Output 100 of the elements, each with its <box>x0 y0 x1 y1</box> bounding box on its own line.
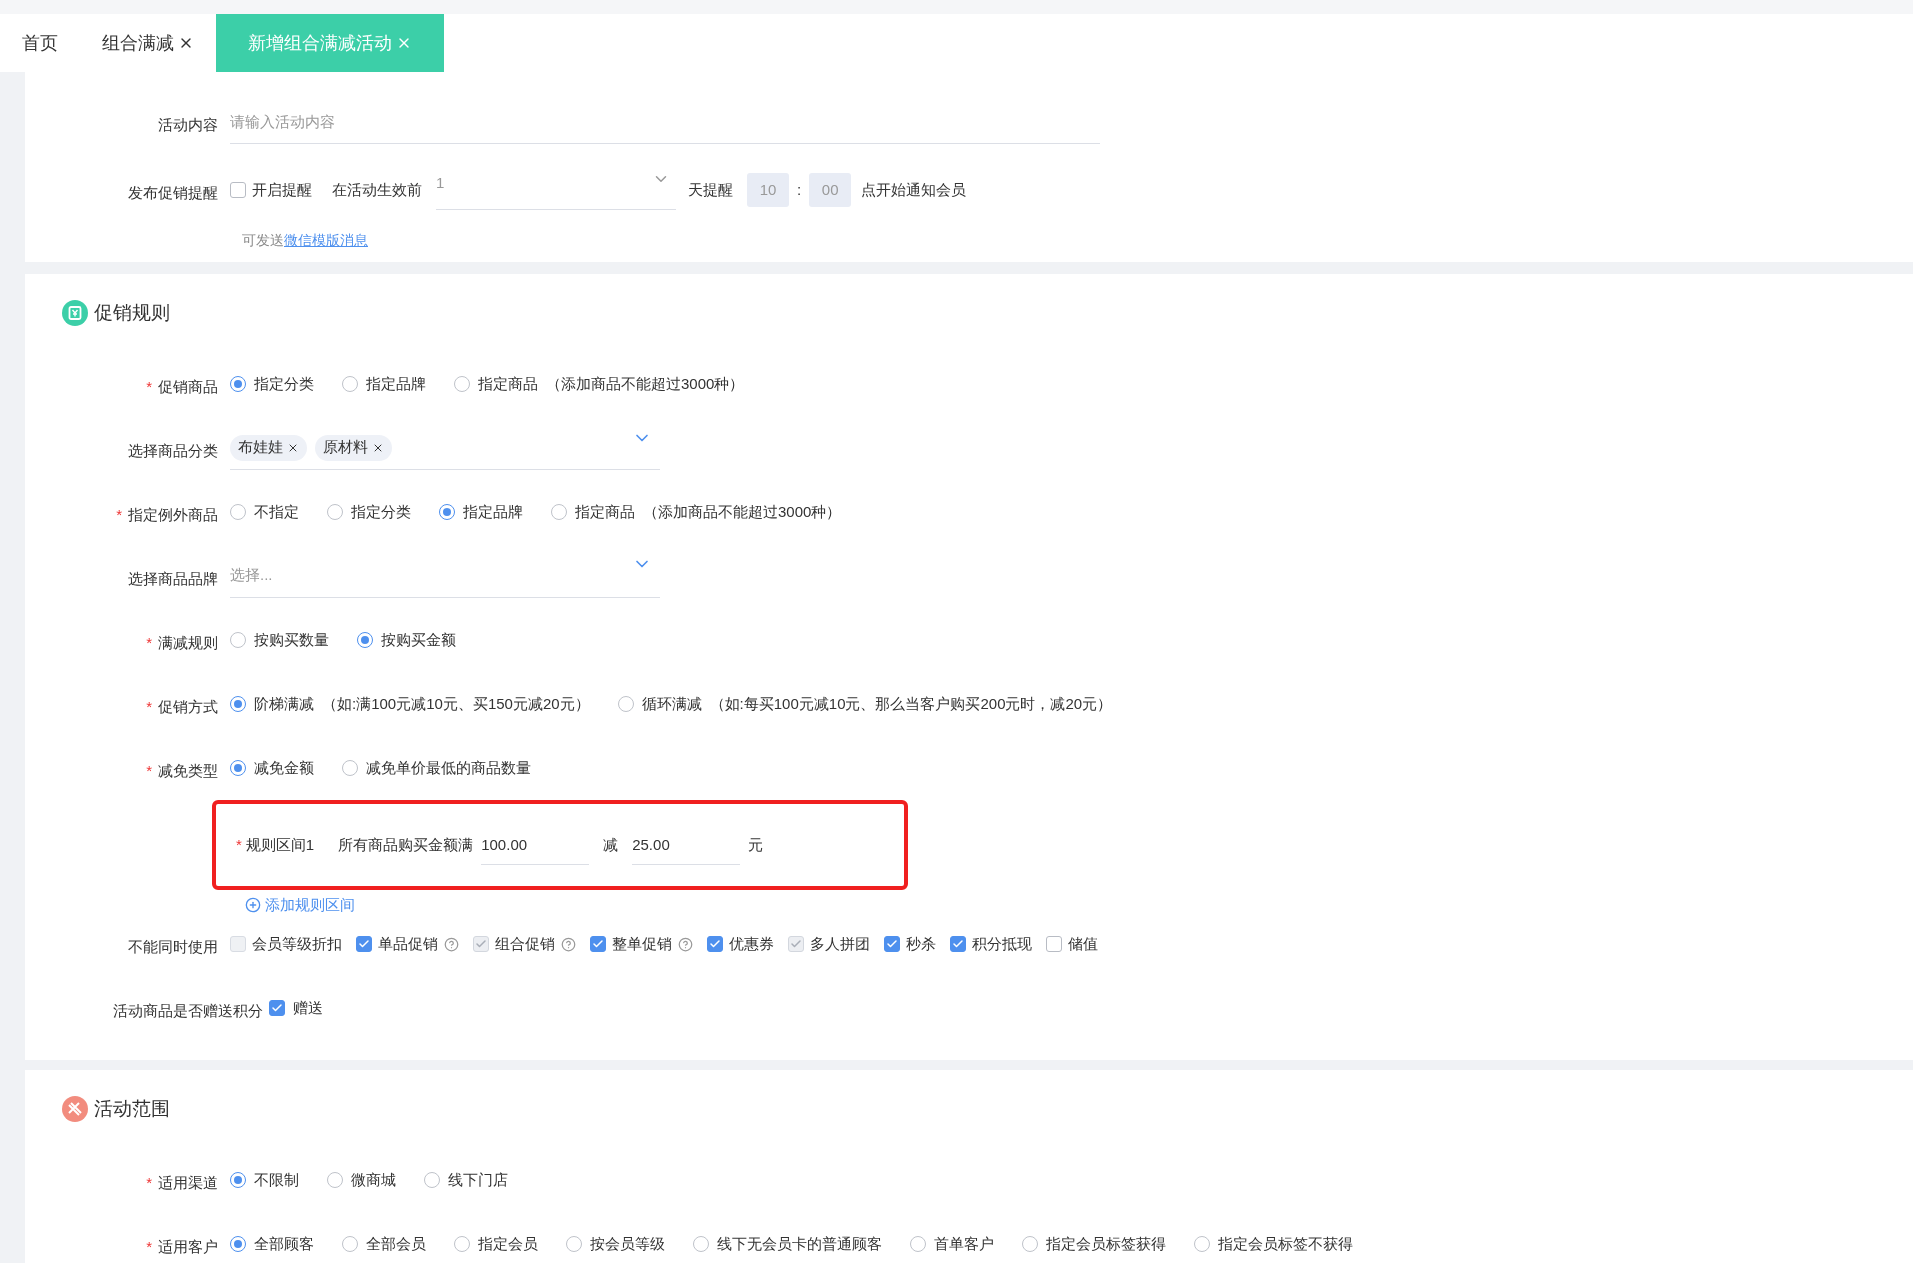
radio-button[interactable] <box>230 632 246 648</box>
hint-text: （添加商品不能超过3000种） <box>546 373 745 394</box>
check-icon <box>709 938 721 950</box>
amount-field[interactable]: 100.00 <box>481 825 590 865</box>
field-label: 天提醒 <box>688 179 733 200</box>
radio-button[interactable] <box>357 632 373 648</box>
radio-label[interactable]: 线下无会员卡的普通顾客 <box>717 1232 882 1256</box>
help-icon[interactable] <box>678 936 693 952</box>
radio-button[interactable] <box>327 1172 343 1188</box>
radio-button[interactable] <box>439 504 455 520</box>
required-mark: * <box>146 1236 152 1257</box>
radio-button[interactable] <box>1194 1236 1210 1252</box>
checkbox[interactable] <box>950 936 966 952</box>
required-mark: * <box>146 1172 152 1193</box>
radio-button[interactable] <box>617 696 634 712</box>
field-label: 在活动生效前 <box>332 179 422 200</box>
radio-button[interactable] <box>342 760 358 776</box>
radio-button[interactable] <box>342 1236 358 1252</box>
radio-label[interactable]: 不指定 <box>254 500 299 524</box>
required-mark: * <box>116 504 122 525</box>
checkbox-label[interactable]: 开启提醒 <box>252 178 312 202</box>
field-label: 发布促销提醒 <box>128 182 218 203</box>
checkbox[interactable] <box>1046 936 1062 952</box>
field-label: 选择商品分类 <box>128 440 218 461</box>
checkbox-label[interactable]: 储值 <box>1068 932 1098 956</box>
field-label: 选择商品品牌 <box>128 568 218 589</box>
radio-label[interactable]: 循环满减 <box>641 692 702 716</box>
note-text: 可发送 <box>242 230 284 250</box>
radio-label[interactable]: 指定商品 <box>478 372 538 396</box>
radio-label[interactable]: 指定品牌 <box>463 500 523 524</box>
checkbox[interactable] <box>884 936 900 952</box>
hint-text: （如:每买100元减10元、那么当客户购买200元时，减20元） <box>709 693 1113 714</box>
tab[interactable]: 组合满减 <box>80 14 216 72</box>
radio-label[interactable]: 微商城 <box>351 1168 396 1192</box>
radio-label[interactable]: 按会员等级 <box>590 1232 665 1256</box>
radio-label[interactable]: 全部顾客 <box>254 1232 314 1256</box>
radio-label[interactable]: 指定会员标签不获得 <box>1218 1232 1353 1256</box>
check-icon <box>358 938 370 950</box>
radio-label[interactable]: 按购买金额 <box>381 628 456 652</box>
radio-button[interactable] <box>454 376 470 392</box>
radio-button[interactable] <box>230 1172 246 1188</box>
radio-button[interactable] <box>424 1172 440 1188</box>
checkbox-label[interactable]: 秒杀 <box>906 932 936 956</box>
section-title: 促销规则 <box>94 300 170 325</box>
radio-label[interactable]: 减免金额 <box>254 756 314 780</box>
time-separator: : <box>797 179 802 200</box>
checkbox[interactable] <box>230 182 246 198</box>
field-label: 活动商品是否赠送积分 <box>113 1000 263 1021</box>
required-mark: * <box>146 696 152 717</box>
radio-label[interactable]: 全部会员 <box>366 1232 426 1256</box>
field-label: 点开始通知会员 <box>861 179 967 200</box>
radio-label[interactable]: 指定品牌 <box>366 372 426 396</box>
checkbox[interactable] <box>356 936 372 952</box>
category-select[interactable]: 布娃娃 原材料 <box>230 426 660 470</box>
discount-field[interactable]: 25.00 <box>632 825 741 865</box>
field-label: 活动内容 <box>158 114 218 135</box>
checkbox-label[interactable]: 整单促销 <box>612 932 672 956</box>
radio-label[interactable]: 线下门店 <box>448 1168 508 1192</box>
condition-text: 所有商品购买金额满 <box>338 834 474 855</box>
field-label: 规则区间1 <box>245 834 315 855</box>
radio-button[interactable] <box>230 376 246 392</box>
radio-button[interactable] <box>230 504 246 520</box>
field-label: 促销方式 <box>158 696 218 717</box>
checkbox-label[interactable]: 优惠券 <box>729 932 774 956</box>
radio-button[interactable] <box>566 1236 582 1252</box>
radio-button[interactable] <box>910 1236 926 1252</box>
radio-button[interactable] <box>230 696 246 712</box>
radio-button[interactable] <box>693 1236 709 1252</box>
required-mark: * <box>146 632 152 653</box>
radio-label[interactable]: 指定分类 <box>351 500 411 524</box>
field-label: 适用渠道 <box>158 1172 218 1193</box>
radio-label[interactable]: 指定分类 <box>254 372 314 396</box>
radio-label[interactable]: 指定会员 <box>478 1232 538 1256</box>
radio-label[interactable]: 阶梯满减 <box>254 692 314 716</box>
field-label: 促销商品 <box>158 376 218 397</box>
help-icon[interactable] <box>444 936 459 952</box>
content-field[interactable]: 请输入活动内容 <box>230 100 1100 144</box>
radio-label[interactable]: 不限制 <box>254 1168 299 1192</box>
field-label: 减免类型 <box>158 760 218 781</box>
radio-button[interactable] <box>342 376 358 392</box>
radio-label[interactable]: 首单客户 <box>934 1232 994 1256</box>
radio-button[interactable] <box>551 504 567 520</box>
radio-label[interactable]: 按购买数量 <box>254 628 329 652</box>
radio-label[interactable]: 指定商品 <box>575 500 635 524</box>
radio-button[interactable] <box>1022 1236 1038 1252</box>
tab[interactable]: 首页 <box>0 14 80 72</box>
radio-button[interactable] <box>454 1236 470 1252</box>
radio-button[interactable] <box>327 504 343 520</box>
checkbox-label[interactable]: 积分抵现 <box>972 932 1032 956</box>
checkbox[interactable] <box>269 1000 285 1016</box>
checkbox[interactable] <box>707 936 723 952</box>
checkbox-label[interactable]: 赠送 <box>293 996 323 1020</box>
checkbox[interactable] <box>590 936 606 952</box>
check-icon <box>592 938 604 950</box>
radio-label[interactable]: 指定会员标签获得 <box>1046 1232 1166 1256</box>
radio-button[interactable] <box>230 760 246 776</box>
checkbox-label[interactable]: 单品促销 <box>378 932 438 956</box>
hint-text: （添加商品不能超过3000种） <box>643 501 842 522</box>
radio-button[interactable] <box>230 1236 246 1252</box>
radio-label[interactable]: 减免单价最低的商品数量 <box>366 756 531 780</box>
